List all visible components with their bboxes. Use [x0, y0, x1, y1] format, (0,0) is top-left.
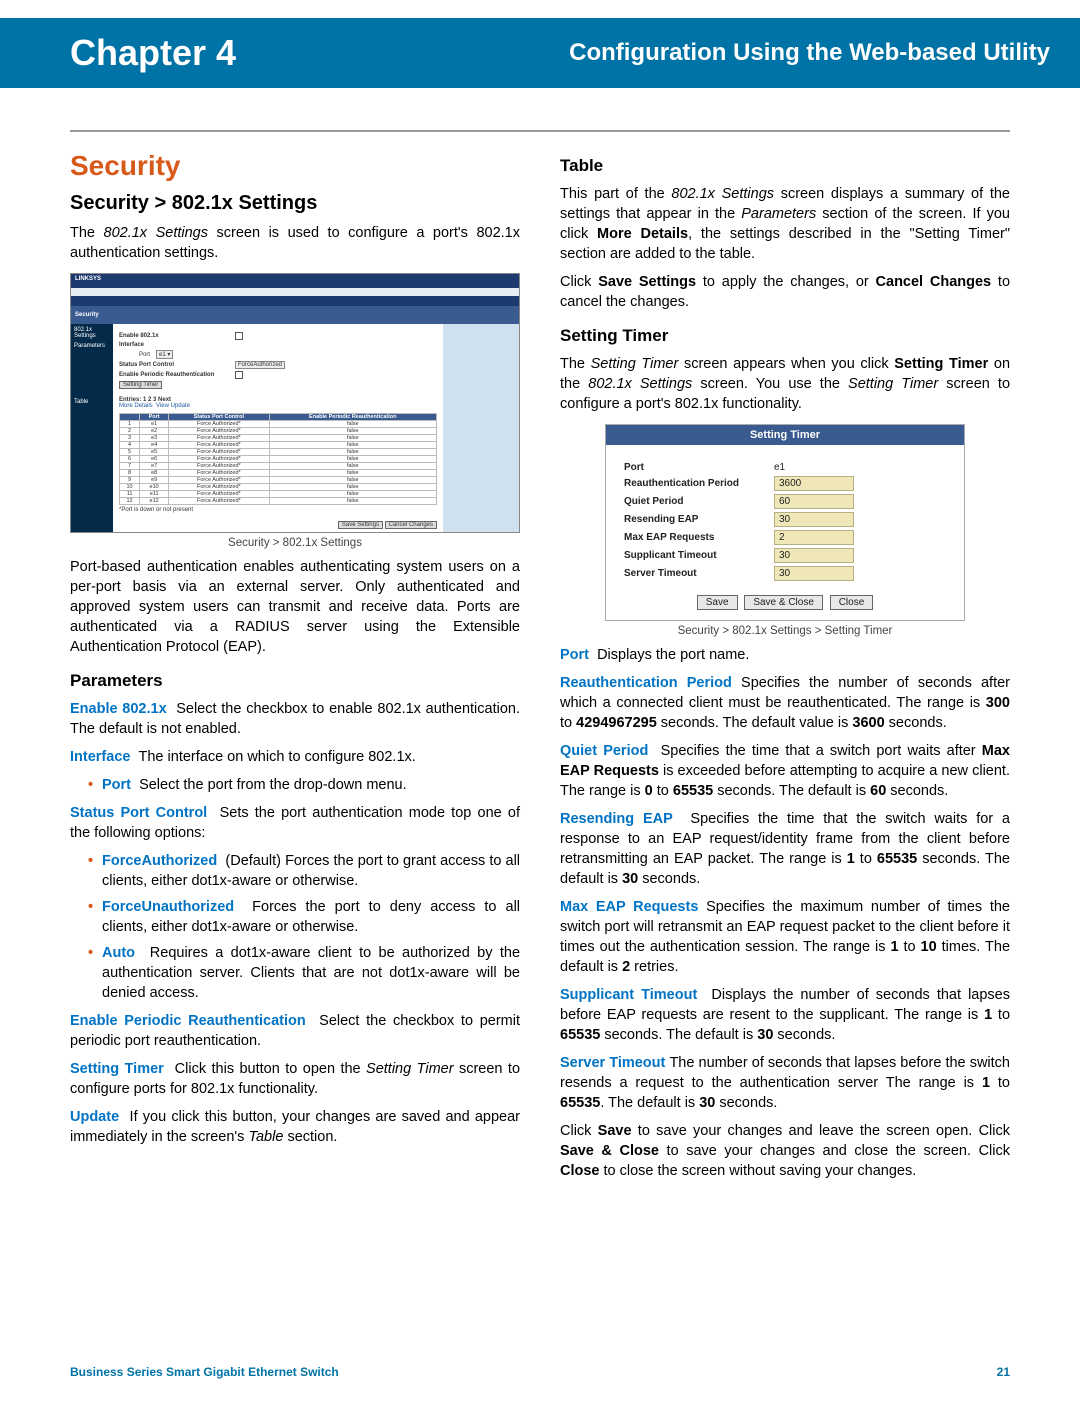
- shot-select: e1 ▾: [156, 350, 173, 359]
- shot-topbar: [71, 296, 519, 306]
- shot-checkbox: [235, 371, 243, 379]
- header-title: Configuration Using the Web-based Utilit…: [569, 39, 1050, 67]
- shot2-label: Port: [624, 462, 774, 473]
- shot2-label: Max EAP Requests: [624, 532, 774, 543]
- shot2-label: Reauthentication Period: [624, 478, 774, 489]
- shot-side-item: Parameters: [74, 343, 110, 349]
- parameters-heading: Parameters: [70, 671, 520, 691]
- param-update: Update If you click this button, your ch…: [70, 1107, 520, 1147]
- figure-security-settings: LINKSYS Security 802.1x Settings Paramet…: [70, 273, 520, 549]
- shot2-input: 2: [774, 530, 854, 545]
- timer-paragraph: The Setting Timer screen appears when yo…: [560, 354, 1010, 414]
- shot2-value: e1: [774, 462, 864, 473]
- def-resend: Resending EAP Specifies the time that th…: [560, 809, 1010, 889]
- right-column: Table This part of the 802.1x Settings s…: [560, 150, 1010, 1189]
- shot-main: Enable 802.1x Interface Port e1 ▾ Status…: [113, 324, 443, 532]
- bullet-forceunauthorized: ForceUnauthorized Forces the port to den…: [88, 897, 520, 937]
- shot2-save-button: Save: [697, 595, 738, 610]
- def-quiet: Quiet Period Specifies the time that a s…: [560, 741, 1010, 801]
- def-maxeap: Max EAP Requests Specifies the maximum n…: [560, 897, 1010, 977]
- footer-product: Business Series Smart Gigabit Ethernet S…: [70, 1365, 339, 1379]
- shot2-title: Setting Timer: [606, 425, 964, 445]
- save-paragraph: Click Save to save your changes and leav…: [560, 1121, 1010, 1181]
- shot-nav: Security: [71, 306, 519, 324]
- shot2-saveclose-button: Save & Close: [744, 595, 823, 610]
- shot2-input: 30: [774, 566, 854, 581]
- setting-timer-heading: Setting Timer: [560, 326, 1010, 346]
- shot2-label: Quiet Period: [624, 496, 774, 507]
- shot2-input: 30: [774, 512, 854, 527]
- figure-setting-timer: Setting Timer Porte1 Reauthentication Pe…: [560, 424, 1010, 637]
- page-footer: Business Series Smart Gigabit Ethernet S…: [70, 1365, 1010, 1379]
- page-header: Chapter 4 Configuration Using the Web-ba…: [0, 18, 1080, 88]
- param-reauth: Enable Periodic Reauthentication Select …: [70, 1011, 520, 1051]
- paragraph: Port-based authentication enables authen…: [70, 557, 520, 657]
- shot-field-label: Status Port Control: [119, 362, 229, 368]
- def-supplicant: Supplicant Timeout Displays the number o…: [560, 985, 1010, 1045]
- bullet-forceauthorized: ForceAuthorized (Default) Forces the por…: [88, 851, 520, 891]
- table-paragraph-2: Click Save Settings to apply the changes…: [560, 272, 1010, 312]
- shot2-label: Resending EAP: [624, 514, 774, 525]
- param-timer: Setting Timer Click this button to open …: [70, 1059, 520, 1099]
- figure-caption: Security > 802.1x Settings > Setting Tim…: [560, 625, 1010, 637]
- shot-field-label: Port: [139, 352, 150, 358]
- shot-select: ForceAuthorized: [235, 361, 285, 369]
- shot-note: *Port is down or not present: [119, 507, 437, 513]
- subsection-heading: Security > 802.1x Settings: [70, 192, 520, 215]
- screenshot-setting-timer: Setting Timer Porte1 Reauthentication Pe…: [605, 424, 965, 621]
- shot-field-label: Enable 802.1x: [119, 333, 229, 339]
- shot2-label: Supplicant Timeout: [624, 550, 774, 561]
- shot2-input: 3600: [774, 476, 854, 491]
- shot2-input: 30: [774, 548, 854, 563]
- shot-sidebar: 802.1x Settings Parameters Table: [71, 324, 113, 532]
- shot-table: PortStatus Port ControlEnable Periodic R…: [119, 413, 437, 505]
- param-enable: Enable 802.1x Select the checkbox to ena…: [70, 699, 520, 739]
- shot2-label: Server Timeout: [624, 568, 774, 579]
- page-number: 21: [997, 1365, 1010, 1379]
- def-reauth: Reauthentication Period Specifies the nu…: [560, 673, 1010, 733]
- chapter-label: Chapter 4: [70, 32, 236, 74]
- section-heading: Security: [70, 150, 520, 182]
- shot-side-item: 802.1x Settings: [74, 327, 110, 339]
- param-status: Status Port Control Sets the port authen…: [70, 803, 520, 843]
- shot-active-tab: Security: [75, 312, 99, 318]
- screenshot-security-settings: LINKSYS Security 802.1x Settings Paramet…: [70, 273, 520, 533]
- param-interface: Interface The interface on which to conf…: [70, 747, 520, 767]
- shot-footer-buttons: Save Settings Cancel Changes: [338, 522, 437, 528]
- figure-caption: Security > 802.1x Settings: [70, 537, 520, 549]
- shot2-input: 60: [774, 494, 854, 509]
- bullet-port: Port Select the port from the drop-down …: [88, 775, 520, 795]
- shot2-buttons: Save Save & Close Close: [624, 595, 946, 610]
- shot-button: Setting Timer: [119, 381, 162, 389]
- table-paragraph-1: This part of the 802.1x Settings screen …: [560, 184, 1010, 264]
- def-server: Server Timeout The number of seconds tha…: [560, 1053, 1010, 1113]
- intro-paragraph: The 802.1x Settings screen is used to co…: [70, 223, 520, 263]
- shot-field-label: Enable Periodic Reauthentication: [119, 372, 229, 378]
- bullet-auto: Auto Requires a dot1x-aware client to be…: [88, 943, 520, 1003]
- table-heading: Table: [560, 156, 1010, 176]
- shot-side-item: Table: [74, 399, 110, 405]
- shot-help-panel: [443, 324, 519, 532]
- shot2-close-button: Close: [830, 595, 874, 610]
- shot-field-label: Interface: [119, 342, 229, 348]
- shot-checkbox: [235, 332, 243, 340]
- left-column: Security Security > 802.1x Settings The …: [70, 150, 520, 1189]
- shot-brand: LINKSYS: [71, 274, 519, 288]
- shot-links: More Details View Update: [119, 403, 437, 409]
- def-port: Port Displays the port name.: [560, 645, 1010, 665]
